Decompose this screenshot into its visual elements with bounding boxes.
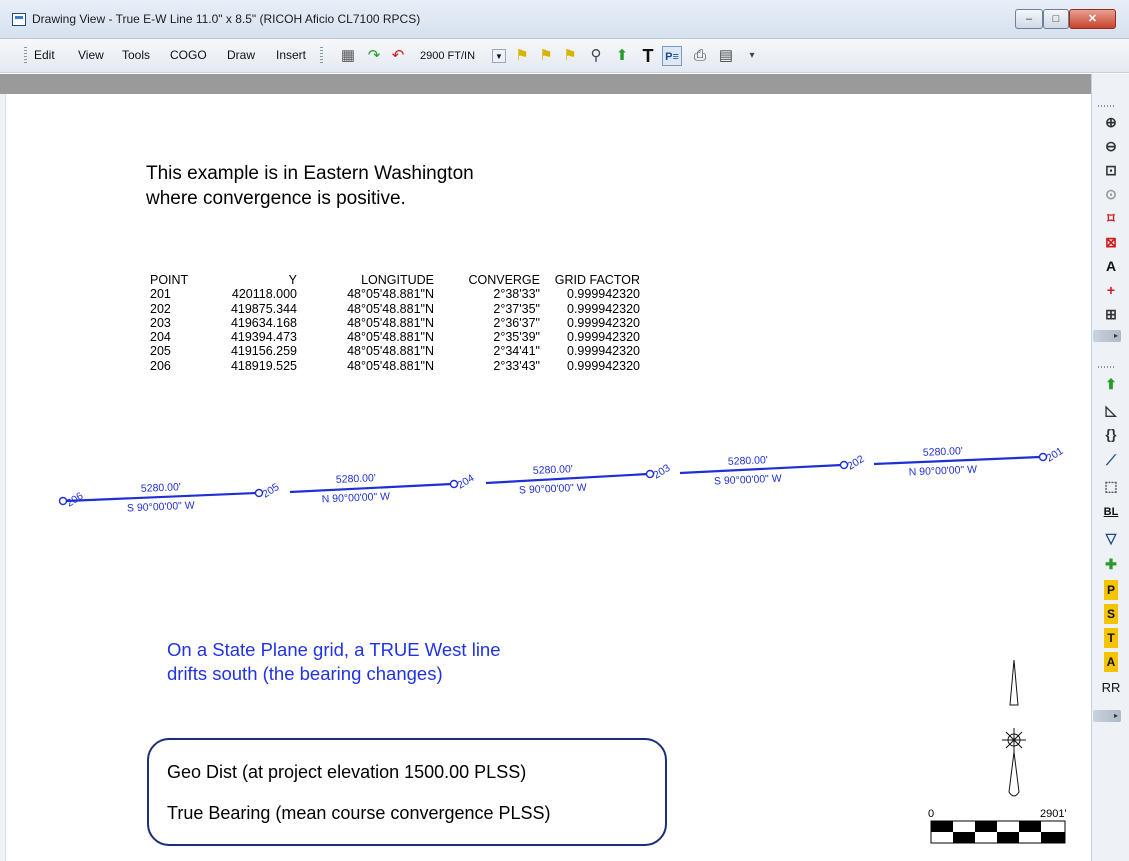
- zoom-sheet-icon[interactable]: ⊠: [1101, 232, 1121, 252]
- drift-line-1: On a State Plane grid, a TRUE West line: [167, 639, 501, 660]
- right-toolbar-grip[interactable]: [1098, 105, 1116, 107]
- segment-4-bearing: S 90°00'00" W: [714, 473, 782, 488]
- drift-note: On a State Plane grid, a TRUE West line …: [167, 638, 501, 686]
- binoculars-icon[interactable]: ⊞: [1101, 304, 1121, 324]
- a-icon[interactable]: A: [1104, 652, 1118, 672]
- rectangle-icon[interactable]: ⬚: [1101, 476, 1121, 496]
- text-annotate-icon[interactable]: A: [1101, 256, 1121, 276]
- scale-bar-start: 0: [928, 808, 934, 820]
- p-icon[interactable]: P: [1104, 580, 1118, 600]
- line-pick-icon[interactable]: ⟋: [1101, 450, 1121, 470]
- curve-icon[interactable]: {}: [1101, 424, 1121, 444]
- drawing-canvas[interactable]: 206 205 204 203 202 201 5280.00' S 90°00…: [0, 0, 1091, 861]
- legend-box: Geo Dist (at project elevation 1500.00 P…: [147, 738, 667, 846]
- rr-icon[interactable]: RR: [1101, 678, 1121, 698]
- baseline-icon[interactable]: BL: [1101, 502, 1121, 522]
- segment-202-201[interactable]: [873, 455, 1041, 466]
- segment-5-distance: 5280.00': [923, 445, 963, 459]
- plus-icon[interactable]: ✚: [1101, 554, 1121, 574]
- scale-bar: 0 2901': [928, 808, 1067, 844]
- point-206-label: 206: [64, 490, 85, 510]
- segment-206-205[interactable]: [65, 491, 258, 503]
- point-203-label: 203: [651, 462, 672, 482]
- segment-1-bearing: S 90°00'00" W: [127, 500, 195, 515]
- segment-2-distance: 5280.00': [336, 472, 376, 486]
- right-toolbar-grip-2[interactable]: [1098, 366, 1116, 368]
- segment-1-distance: 5280.00': [141, 481, 181, 495]
- triangle-icon[interactable]: ◺: [1101, 400, 1121, 420]
- t-icon[interactable]: T: [1104, 628, 1118, 648]
- zoom-out-icon[interactable]: ⊖: [1101, 136, 1121, 156]
- segment-5-bearing: N 90°00'00" W: [908, 464, 977, 479]
- point-201-label: 201: [1044, 445, 1065, 465]
- zoom-extents-icon[interactable]: ⌑: [1101, 208, 1121, 228]
- drift-line-2: drifts south (the bearing changes): [167, 663, 443, 684]
- north-arrow-icon: [1002, 659, 1026, 797]
- legend-true-bearing: True Bearing (mean course convergence PL…: [167, 803, 551, 823]
- point-205-label: 205: [260, 481, 281, 501]
- point-202-label: 202: [845, 453, 866, 473]
- zoom-window-icon[interactable]: ⊡: [1101, 160, 1121, 180]
- segment-4-distance: 5280.00': [728, 454, 768, 468]
- scale-bar-end: 2901': [1040, 808, 1067, 820]
- point-204-label: 204: [455, 472, 476, 492]
- polygon-icon[interactable]: ▽: [1101, 528, 1121, 548]
- s-icon[interactable]: S: [1104, 604, 1118, 624]
- segment-3-distance: 5280.00': [533, 463, 573, 477]
- select-icon[interactable]: ⬆: [1101, 374, 1121, 394]
- segment-3-bearing: S 90°00'00" W: [519, 482, 587, 497]
- legend-geo-dist: Geo Dist (at project elevation 1500.00 P…: [167, 762, 527, 782]
- zoom-in-icon[interactable]: ⊕: [1101, 112, 1121, 132]
- segment-2-bearing: N 90°00'00" W: [321, 491, 390, 506]
- crosshair-icon[interactable]: +: [1101, 280, 1121, 300]
- right-toolbar-expand[interactable]: ▸: [1093, 330, 1121, 342]
- right-toolbar-expand-2[interactable]: ▸: [1093, 710, 1121, 722]
- zoom-previous-icon[interactable]: ⊙: [1101, 184, 1121, 204]
